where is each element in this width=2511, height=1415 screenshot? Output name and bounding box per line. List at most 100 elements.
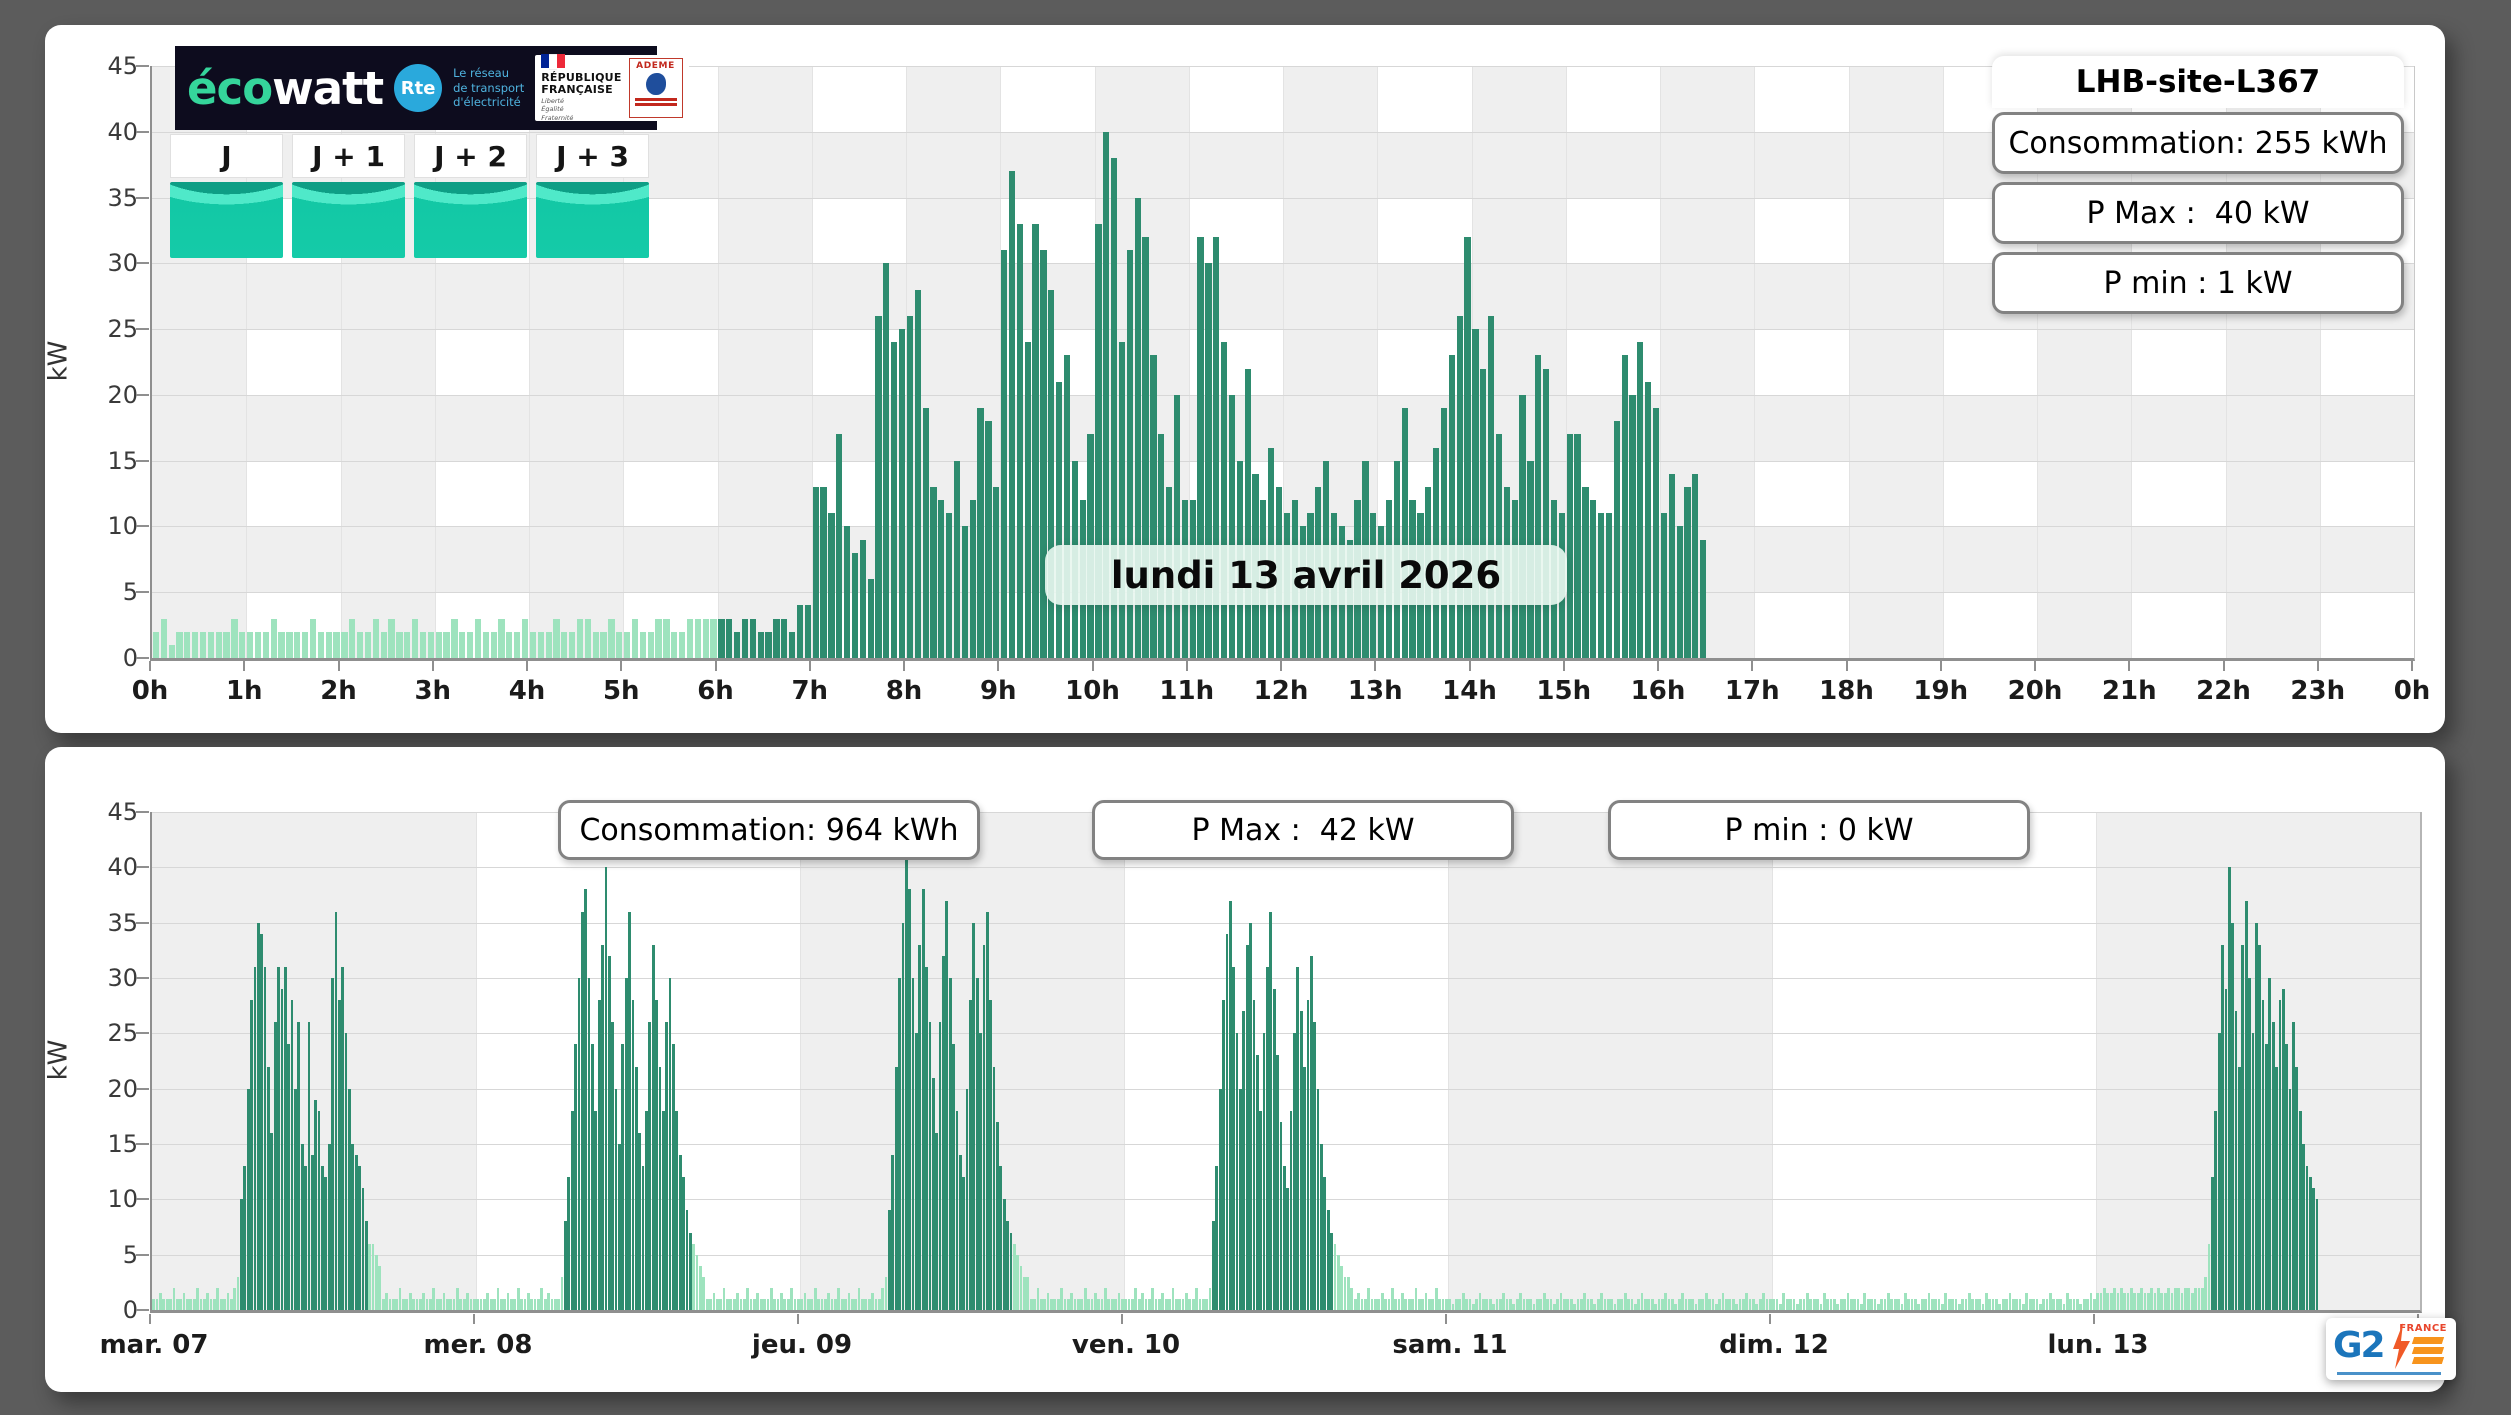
consumption-bar <box>2227 867 2231 1310</box>
consumption-bar <box>718 618 725 658</box>
plot-band <box>1565 66 1660 132</box>
consumption-bar <box>648 1022 652 1310</box>
y-axis-tick <box>136 921 149 924</box>
consumption-bar <box>1480 368 1487 658</box>
consumption-bar <box>2086 1298 2089 1310</box>
consumption-bar <box>1124 1298 1128 1310</box>
consumption-bar <box>1063 1298 1067 1310</box>
y-axis-tick <box>136 459 149 462</box>
consumption-bar <box>877 1298 881 1310</box>
consumption-bar <box>800 1298 804 1310</box>
consumption-bar <box>1158 1298 1161 1310</box>
hour-separator <box>1848 66 1850 658</box>
consumption-bar <box>2008 1293 2012 1310</box>
plot-band <box>2131 592 2226 658</box>
consumption-bar <box>1721 1293 1725 1310</box>
consumption-bar <box>2288 1088 2292 1310</box>
consumption-bar <box>1114 1298 1117 1310</box>
consumption-bar <box>155 1298 159 1310</box>
consumption-bar <box>1573 1304 1576 1310</box>
consumption-bar <box>1191 1298 1195 1310</box>
consumption-bar <box>867 1298 871 1310</box>
y-axis-label: 20 <box>107 380 138 409</box>
consumption-bar <box>977 408 984 658</box>
x-axis-label: 12h <box>1253 676 1309 706</box>
forecast-button-j2[interactable]: J + 2 <box>414 134 527 258</box>
consumption-bar <box>999 1166 1003 1310</box>
consumption-bar <box>1485 1298 1489 1310</box>
consumption-bar <box>206 1293 210 1310</box>
consumption-bar <box>402 1298 405 1310</box>
consumption-bar <box>1387 1298 1391 1310</box>
lightning-bolt-icon <box>2393 1323 2410 1369</box>
day-separator <box>2096 812 2097 1310</box>
consumption-bar <box>1120 1298 1124 1310</box>
consumption-bar <box>1660 513 1668 658</box>
x-axis-tick <box>431 661 434 671</box>
consumption-bar <box>628 911 631 1310</box>
consumption-bar <box>1448 355 1455 658</box>
consumption-bar <box>186 1298 189 1310</box>
consumption-bar <box>651 944 655 1310</box>
consumption-bar <box>1582 486 1589 658</box>
consumption-bar <box>1822 1293 1826 1310</box>
consumption-bar <box>435 631 442 658</box>
consumption-bar <box>1259 1110 1263 1310</box>
consumption-bar <box>418 1298 422 1310</box>
forecast-button-j1[interactable]: J + 1 <box>292 134 405 258</box>
consumption-bar <box>616 631 623 658</box>
y-axis-tick <box>136 1087 149 1090</box>
forecast-button-j3[interactable]: J + 3 <box>536 134 649 258</box>
consumption-bar <box>928 1022 932 1310</box>
forecast-green-signal-icon <box>414 182 527 258</box>
consumption-bar <box>1762 1293 1765 1310</box>
consumption-bar <box>1367 1287 1371 1310</box>
forecast-button-j[interactable]: J <box>170 134 283 258</box>
g2e-g2-text: G2 <box>2333 1325 2386 1366</box>
consumption-bar <box>600 631 607 658</box>
consumption-bar <box>1107 1298 1111 1310</box>
consumption-bar <box>1164 1298 1168 1310</box>
consumption-bar <box>1924 1298 1927 1310</box>
plot-band <box>811 66 906 132</box>
consumption-bar <box>1235 1033 1239 1310</box>
consumption-bar <box>1738 1298 1742 1310</box>
x-axis-label: 22h <box>2196 676 2251 706</box>
consumption-bar <box>1660 1298 1664 1310</box>
consumption-bar <box>1178 1298 1182 1310</box>
plot-band <box>1377 66 1472 132</box>
consumption-bar <box>694 618 701 658</box>
plot-band <box>811 197 906 264</box>
consumption-bar <box>1988 1298 1992 1310</box>
consumption-bar <box>348 1088 351 1310</box>
consumption-bar <box>1532 1304 1536 1310</box>
consumption-bar <box>160 618 167 658</box>
consumption-bar <box>888 1210 891 1310</box>
consumption-bar <box>996 1121 999 1310</box>
x-axis-label: 15h <box>1536 676 1592 706</box>
y-axis-label: 15 <box>107 446 138 475</box>
consumption-bar <box>1621 355 1628 658</box>
consumption-bar <box>1050 1298 1053 1310</box>
consumption-bar <box>2153 1293 2157 1310</box>
consumption-bar <box>246 1088 250 1310</box>
consumption-bar <box>1201 1298 1205 1310</box>
consumption-bar <box>358 1166 361 1310</box>
consumption-bar <box>1040 250 1047 658</box>
consumption-bar <box>199 631 207 658</box>
consumption-bar <box>1529 1298 1533 1310</box>
consumption-bar <box>1768 1298 1772 1310</box>
consumption-bar <box>240 1199 243 1310</box>
consumption-bar <box>1093 1293 1097 1310</box>
consumption-bar <box>1404 1298 1408 1310</box>
consumption-bar <box>1539 1298 1543 1310</box>
consumption-bar <box>207 631 215 658</box>
x-axis-label: 20h <box>2007 676 2063 706</box>
weekly-consumption-chart[interactable] <box>150 812 2422 1313</box>
consumption-bar <box>537 631 544 658</box>
consumption-bar <box>1772 1298 1776 1310</box>
consumption-bar <box>989 1000 993 1310</box>
consumption-bar <box>2285 1044 2289 1310</box>
consumption-bar <box>1569 1298 1573 1310</box>
plot-band <box>1754 66 1849 132</box>
